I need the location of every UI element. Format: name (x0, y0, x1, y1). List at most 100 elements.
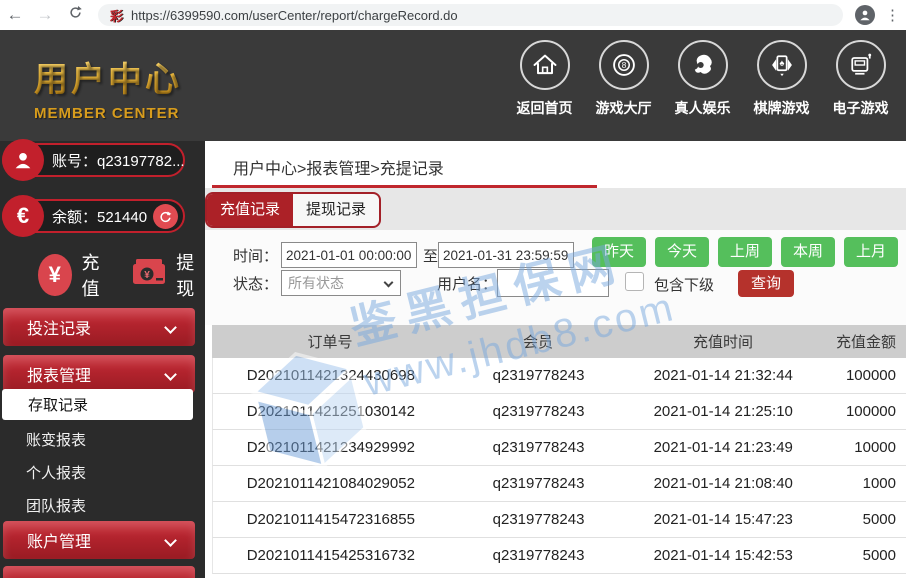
main-content: 用户中心>报表管理>充提记录 充值记录 提现记录 时间： 至 昨天 今天 上周 … (205, 141, 906, 578)
table-header-row: 订单号 会员 充值时间 充值金额 (212, 325, 906, 358)
home-icon (520, 40, 570, 90)
withdraw-button[interactable]: 提现 (176, 249, 205, 301)
withdraw-icon[interactable]: ¥ (130, 257, 170, 294)
status-select[interactable]: 所有状态 (281, 270, 401, 296)
cell-amount: 5000 (818, 547, 906, 564)
browser-forward-icon[interactable]: → (30, 5, 60, 25)
nav-label: 电子游戏 (833, 98, 889, 118)
submenu-item-account-change[interactable]: 账变报表 (26, 429, 86, 450)
menu-group-label: 账户管理 (27, 528, 91, 552)
logo-title: 用户中心 (34, 52, 182, 101)
submenu-item-personal-report[interactable]: 个人报表 (26, 462, 86, 483)
col-header-member: 会员 (448, 331, 628, 352)
nav-label: 棋牌游戏 (754, 98, 810, 118)
quick-this-week-button[interactable]: 本周 (781, 237, 835, 267)
cell-time: 2021-01-14 15:47:23 (628, 511, 818, 528)
wallet-actions: ¥ 充值 ¥ 提现 (0, 251, 205, 299)
account-pill: 账号：q23197782... (2, 143, 185, 177)
date-from-input[interactable] (281, 242, 417, 268)
cell-time: 2021-01-14 21:32:44 (628, 367, 818, 384)
cell-member: q2319778243 (449, 547, 629, 564)
tab-withdraw-records[interactable]: 提现记录 (293, 194, 379, 226)
cell-member: q2319778243 (449, 403, 629, 420)
username-label: 用户名： (437, 273, 497, 294)
menu-group-label: 投注记录 (27, 315, 91, 339)
col-header-order: 订单号 (212, 331, 448, 352)
site-logo[interactable]: 用户中心 MEMBER CENTER (34, 52, 182, 122)
top-nav: 返回首页 8 游戏大厅 真人娱乐 ♠ 棋牌游戏 电子游戏 (505, 40, 900, 118)
quick-today-button[interactable]: 今天 (655, 237, 709, 267)
eight-ball-icon: 8 (599, 40, 649, 90)
quick-yesterday-button[interactable]: 昨天 (592, 237, 646, 267)
tab-group: 充值记录 提现记录 (205, 192, 381, 228)
submenu-item-deposit-records[interactable]: 存取记录 (2, 389, 193, 420)
table-row: D2021011415425316732 q2319778243 2021-01… (212, 538, 906, 574)
cell-time: 2021-01-14 15:42:53 (628, 547, 818, 564)
col-header-time: 充值时间 (628, 331, 818, 352)
refresh-balance-icon[interactable] (153, 204, 178, 229)
quick-last-week-button[interactable]: 上周 (718, 237, 772, 267)
nav-item-lobby[interactable]: 8 游戏大厅 (584, 40, 663, 118)
nav-item-home[interactable]: 返回首页 (505, 40, 584, 118)
cell-member: q2319778243 (449, 475, 629, 492)
browser-back-icon[interactable]: ← (0, 5, 30, 25)
menu-group-label: 报表管理 (27, 362, 91, 386)
table-row: D2021011421324430698 q2319778243 2021-01… (212, 358, 906, 394)
site-header: 用户中心 MEMBER CENTER 返回首页 8 游戏大厅 真人娱乐 ♠ 棋牌… (0, 30, 906, 141)
cards-icon: ♠ (757, 40, 807, 90)
date-to-input[interactable] (438, 242, 574, 268)
table-row: D2021011415472316855 q2319778243 2021-01… (212, 502, 906, 538)
col-header-amount: 充值金额 (818, 331, 906, 352)
menu-group-account-mgmt[interactable]: 账户管理 (3, 521, 195, 559)
account-label: 账号：q23197782... (52, 150, 185, 171)
menu-group-agent-mgmt[interactable]: 代理管理 (3, 566, 195, 578)
user-icon (2, 139, 44, 181)
nav-item-slots[interactable]: 电子游戏 (821, 40, 900, 118)
nav-item-live[interactable]: 真人娱乐 (663, 40, 742, 118)
browser-menu-icon[interactable]: ⋮ (885, 6, 900, 24)
cell-amount: 100000 (818, 403, 906, 420)
svg-text:¥: ¥ (144, 270, 150, 281)
filter-row-time: 时间： 至 昨天 今天 上周 本周 上月 (205, 240, 906, 270)
cell-member: q2319778243 (449, 439, 629, 456)
cell-order: D2021011421251030142 (213, 403, 449, 420)
to-label: 至 (423, 245, 438, 266)
submenu-item-team-report[interactable]: 团队报表 (26, 495, 86, 516)
chevron-down-icon (164, 534, 177, 547)
menu-group-report-mgmt[interactable]: 报表管理 (3, 355, 195, 393)
nav-label: 游戏大厅 (596, 98, 652, 118)
browser-profile-icon[interactable] (855, 5, 875, 25)
cell-amount: 1000 (818, 475, 906, 492)
records-table: 订单号 会员 充值时间 充值金额 D2021011421324430698 q2… (212, 325, 906, 574)
cell-time: 2021-01-14 21:25:10 (628, 403, 818, 420)
cell-amount: 10000 (818, 439, 906, 456)
include-sub-checkbox[interactable] (625, 272, 644, 291)
status-value: 所有状态 (288, 273, 344, 293)
nav-item-cards[interactable]: ♠ 棋牌游戏 (742, 40, 821, 118)
menu-group-bet-records[interactable]: 投注记录 (3, 308, 195, 346)
filter-area: 时间： 至 昨天 今天 上周 本周 上月 状态： 所有状态 用户名： 包含下级 … (205, 230, 906, 325)
submenu-label: 存取记录 (28, 394, 88, 415)
url-text: https://6399590.com/userCenter/report/ch… (131, 8, 458, 23)
recharge-icon[interactable]: ¥ (38, 254, 72, 296)
tab-band: 充值记录 提现记录 (205, 188, 906, 230)
browser-reload-icon[interactable] (60, 5, 90, 25)
nav-label: 返回首页 (517, 98, 573, 118)
query-button[interactable]: 查询 (738, 270, 794, 297)
username-input[interactable] (497, 269, 609, 297)
cell-order: D2021011421234929992 (213, 439, 449, 456)
time-label: 时间： (233, 245, 278, 266)
tab-recharge-records[interactable]: 充值记录 (207, 194, 293, 226)
address-bar[interactable]: 彩 https://6399590.com/userCenter/report/… (98, 4, 843, 26)
coin-icon: € (2, 195, 44, 237)
balance-pill: € 余额：521440 (2, 199, 185, 233)
table-row: D2021011421234929992 q2319778243 2021-01… (212, 430, 906, 466)
recharge-button[interactable]: 充值 (82, 249, 111, 301)
cell-order: D2021011415425316732 (213, 547, 449, 564)
include-sub-label: 包含下级 (654, 274, 714, 295)
chevron-down-icon (164, 321, 177, 334)
cell-member: q2319778243 (449, 367, 629, 384)
quick-last-month-button[interactable]: 上月 (844, 237, 898, 267)
nav-label: 真人娱乐 (675, 98, 731, 118)
filter-row-status: 状态： 所有状态 用户名： 包含下级 查询 (205, 268, 906, 298)
